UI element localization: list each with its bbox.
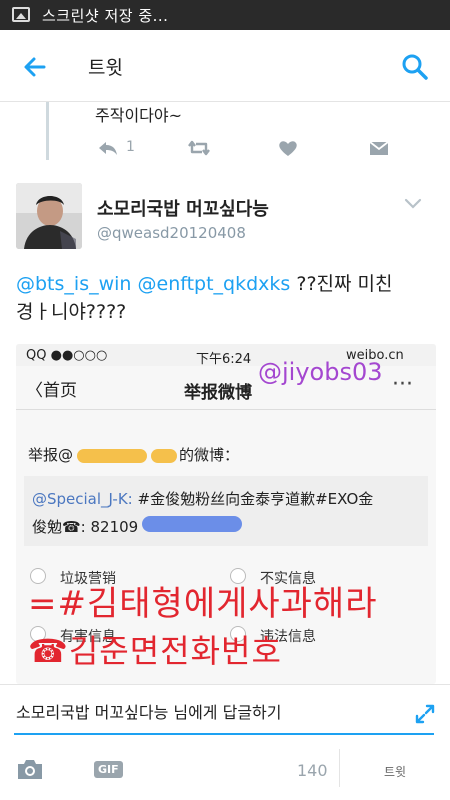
media-status-left: QQ ●●○○○: [26, 348, 108, 363]
avatar[interactable]: [16, 183, 82, 249]
status-text: 스크린샷 저장 중...: [42, 7, 169, 25]
user-handle[interactable]: @qweasd20120408: [97, 224, 246, 242]
search-icon[interactable]: [398, 50, 432, 84]
direct-message-icon[interactable]: [367, 134, 391, 162]
chevron-down-icon[interactable]: [404, 198, 422, 210]
page-title: 트윗: [88, 57, 123, 79]
back-arrow-icon[interactable]: [18, 50, 52, 84]
media-quote-handle: @Special_J-K:: [32, 490, 133, 508]
gif-button[interactable]: GIF: [94, 761, 123, 778]
expand-icon[interactable]: [414, 703, 436, 725]
media-quote-line1: @Special_J-K: #金俊勉粉丝向金泰亨道歉#EXO金: [32, 488, 373, 509]
character-count: 140: [297, 761, 328, 780]
previous-tweet-text: 주작이다야~: [95, 106, 183, 125]
media-quote-line2: 俊勉☎: 82109: [32, 518, 139, 536]
tweet-media-image[interactable]: QQ ●●○○○ 下午6:24 weibo.cn 〈首页 举报微博 ··· @j…: [16, 344, 436, 684]
media-more-icon: ···: [392, 372, 413, 397]
reply-icon[interactable]: [96, 134, 120, 162]
app-bar: 트윗: [0, 30, 450, 102]
mention-link[interactable]: @enftpt_qkdxks: [138, 273, 291, 295]
redaction-mark: [77, 448, 148, 463]
reply-input[interactable]: 소모리국밥 머꼬싶다능 님에게 답글하기: [14, 699, 434, 735]
camera-icon[interactable]: [16, 757, 44, 781]
media-report-suffix: 的微博：: [179, 446, 240, 464]
media-report-line: 举报@ 的微博：: [28, 444, 239, 465]
media-watermark: @jiyobs03: [258, 358, 383, 386]
reply-composer: 소모리국밥 머꼬싶다능 님에게 답글하기 GIF 140 트윗: [0, 684, 450, 800]
media-quote-text: #金俊勉粉丝向金泰亨道歉#EXO金: [137, 490, 374, 508]
reply-count: 1: [126, 139, 135, 155]
divider: [339, 749, 340, 787]
redaction-mark: [142, 516, 242, 532]
previous-tweet-actions: [0, 134, 450, 164]
tweet-button[interactable]: 트윗: [384, 763, 406, 780]
media-status-time: 下午6:24: [196, 352, 252, 367]
system-status-bar: 스크린샷 저장 중...: [0, 0, 450, 30]
like-heart-icon[interactable]: [277, 134, 299, 162]
mention-link[interactable]: @bts_is_win: [16, 273, 131, 295]
tweet-text: @bts_is_win @enftpt_qkdxks ??진짜 미친 경ㅏ니야?…: [16, 270, 436, 326]
media-report-prefix: 举报@: [28, 446, 74, 464]
media-overlay-text: ☎김준면전화번호: [28, 632, 282, 670]
retweet-icon[interactable]: [186, 134, 212, 162]
tweet-text-line2: 경ㅏ니야????: [16, 301, 127, 323]
media-overlay-text: =#김태형에게사과해라: [28, 584, 378, 624]
redaction-mark: [151, 448, 178, 463]
media-nav-back: 〈首页: [26, 381, 77, 401]
image-icon: [12, 7, 30, 22]
media-nav-title: 举报微博: [184, 383, 252, 403]
display-name[interactable]: 소모리국밥 머꼬싶다능: [97, 195, 269, 221]
tweet-text-tail: ??진짜 미친: [296, 273, 393, 295]
media-quoted-post: @Special_J-K: #金俊勉粉丝向金泰亨道歉#EXO金 俊勉☎: 821…: [24, 476, 428, 546]
